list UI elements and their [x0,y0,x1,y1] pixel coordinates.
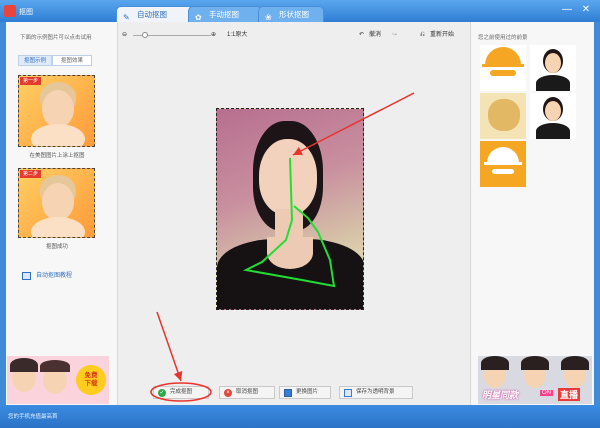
step-badge: 第一步 [20,77,42,85]
example-image-step2[interactable]: 第二步 [18,168,95,238]
portrait-face [545,101,561,121]
check-icon: ✓ [158,389,166,397]
restart-label: 重新开始 [430,32,455,38]
subject-face [259,139,317,215]
undo-button[interactable]: ↶ 撤消 [359,29,381,41]
photo-canvas[interactable] [216,108,364,310]
ad-hair [10,358,38,372]
banner-badge: ON [540,390,553,396]
mustache-icon [492,169,514,174]
promo-banner[interactable]: 明星同款 ON 直播 [478,356,592,404]
minimize-button[interactable]: — [560,4,574,16]
history-item-dog[interactable] [480,93,526,139]
tab-label: 手动抠图 [209,10,239,19]
save-transparent-button[interactable]: 保存为透明背景 [339,386,413,399]
subtab-results[interactable]: 抠图效果 [52,55,92,66]
tutorial-link[interactable]: 自动抠图教程 [22,271,72,281]
subtab-examples[interactable]: 抠图示例 [18,55,52,66]
portrait-face [545,53,561,73]
tutorial-icon [22,272,31,280]
restart-icon: ⎌ [420,32,425,38]
ad-badge-line1: 免费 [84,372,98,379]
button-label: 保存为透明背景 [356,389,395,395]
close-button[interactable]: ✕ [579,4,593,16]
ad-badge-line2: 下载 [84,380,98,387]
tab-shape-cutout[interactable]: ❀ 形状抠图 [258,6,324,22]
portrait-shirt [536,75,570,91]
child-body [31,124,85,146]
restart-button[interactable]: ⎌ 重新开始 [420,29,454,41]
history-title: 您之前使用过的前景 [478,35,528,41]
button-label: 完成抠图 [170,389,193,395]
finish-cutout-button[interactable]: ✓ 完成抠图 [153,386,209,399]
left-hint: 下面的示例图片可以点击试用 [20,35,92,41]
window-title: 抠图 [19,9,33,16]
ad-hair [40,360,70,372]
dog-shape [488,99,520,131]
cancel-cutout-button[interactable]: × 取消抠图 [219,386,275,399]
banner-text: 明星同款 [482,390,519,400]
subject-chest [267,237,313,269]
child-face [42,183,74,221]
change-image-button[interactable]: 更换图片 [279,386,331,399]
example-caption: 在美图图片上涂上抠图 [29,153,85,159]
status-bar: 您的手机充值最高首 [0,405,600,428]
ad-banner[interactable]: 免费 下载 [7,356,109,404]
zoom-slider[interactable] [133,32,211,38]
mustache-icon [490,70,516,76]
zoom-slider-thumb[interactable] [141,32,148,38]
step-badge: 第二步 [20,170,42,178]
button-label: 更换图片 [296,389,319,395]
history-item-portrait[interactable] [530,93,576,139]
status-text: 您的手机充值最高首 [8,414,58,420]
zoom-in-icon[interactable]: ⊕ [211,29,221,41]
hat-icon [485,47,521,65]
undo-label: 撤消 [369,32,382,38]
example-caption: 抠图成功 [45,244,68,250]
banner-hair [481,356,509,370]
tutorial-label: 自动抠图教程 [36,273,73,279]
original-size-button[interactable]: 1:1原大 [227,29,247,41]
image-icon [284,389,292,397]
tab-auto-cutout[interactable]: ✎ 自动抠图 [116,6,194,22]
tab-label: 自动抠图 [137,10,167,19]
undo-icon: ↶ [359,32,365,38]
hat-brim [482,64,524,67]
hat-brim [484,162,522,165]
history-item-hat-icon[interactable] [480,45,526,91]
ad-download-badge[interactable]: 免费 下载 [76,365,106,395]
example-image-step1[interactable]: 第一步 [18,75,95,147]
portrait-shirt [536,123,570,139]
redo-button[interactable]: ↪ [392,29,397,41]
cancel-icon: × [224,389,232,397]
save-icon [344,389,352,397]
child-face [42,90,74,128]
history-item-portrait[interactable] [530,45,576,91]
zoom-out-icon[interactable]: ⊖ [122,29,132,41]
child-body [31,217,85,237]
banner-tag: 直播 [558,388,581,401]
tab-manual-cutout[interactable]: ✿ 手动抠图 [188,6,262,22]
banner-hair [521,356,549,370]
history-item-hat-icon-selected[interactable] [480,141,526,187]
tab-label: 形状抠图 [279,10,309,19]
hat-icon [487,147,519,163]
app-icon [4,5,16,17]
banner-hair [561,356,589,370]
button-label: 取消抠图 [236,389,259,395]
